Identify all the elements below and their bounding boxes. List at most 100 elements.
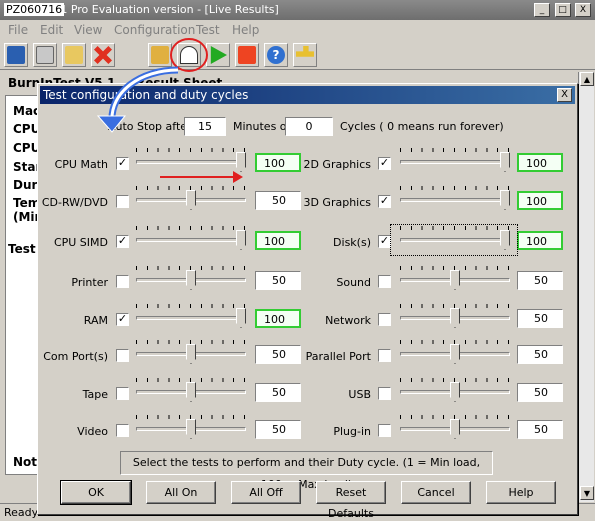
slider-thumb-cd-rw-dvd[interactable] xyxy=(186,190,196,210)
checkbox-cpu-math[interactable]: ✓ xyxy=(116,157,129,170)
duty-value-sound[interactable]: 50 xyxy=(517,271,563,290)
all-on-button[interactable]: All On xyxy=(146,481,216,504)
scroll-down-arrow[interactable]: ▼ xyxy=(580,486,594,500)
checkbox-video[interactable] xyxy=(116,424,129,437)
instruction-hint: Select the tests to perform and their Du… xyxy=(120,451,493,491)
checkbox-parallel-port[interactable] xyxy=(378,349,391,362)
checkbox-2d-graphics[interactable]: ✓ xyxy=(378,157,391,170)
duty-value-com-port-s[interactable]: 50 xyxy=(255,345,301,364)
print-icon[interactable] xyxy=(33,43,57,67)
checkbox-plug-in[interactable] xyxy=(378,424,391,437)
duty-value-disk-s[interactable]: 100 xyxy=(517,231,563,250)
main-titlebar: est V5.1 Pro Evaluation version - [Live … xyxy=(0,0,595,20)
test-label-disk-s: Disk(s) xyxy=(333,236,371,249)
maximize-button[interactable]: □ xyxy=(554,3,571,17)
open-icon[interactable] xyxy=(148,43,172,67)
slider-thumb-cpu-simd[interactable] xyxy=(236,230,246,250)
duty-value-plug-in[interactable]: 50 xyxy=(517,420,563,439)
slider-thumb-video[interactable] xyxy=(186,419,196,439)
checkbox-usb[interactable] xyxy=(378,387,391,400)
duty-value-cpu-math[interactable]: 100 xyxy=(255,153,301,172)
slider-thumb-network[interactable] xyxy=(450,308,460,328)
clipboard-icon[interactable] xyxy=(62,43,86,67)
duty-value-tape[interactable]: 50 xyxy=(255,383,301,402)
slider-plug-in[interactable] xyxy=(400,415,510,439)
menu-configuration[interactable]: Configuration xyxy=(114,23,195,37)
help-icon[interactable]: ? xyxy=(264,43,288,67)
checkbox-sound[interactable] xyxy=(378,275,391,288)
slider-thumb-sound[interactable] xyxy=(450,270,460,290)
checkbox-ram[interactable]: ✓ xyxy=(116,313,129,326)
menu-help[interactable]: Help xyxy=(232,23,259,37)
stop-icon[interactable] xyxy=(235,43,259,67)
checkbox-printer[interactable] xyxy=(116,275,129,288)
slider-thumb-3d-graphics[interactable] xyxy=(500,190,510,210)
slider-2d-graphics[interactable] xyxy=(400,148,510,172)
slider-sound[interactable] xyxy=(400,266,510,290)
slider-thumb-printer[interactable] xyxy=(186,270,196,290)
duty-value-cd-rw-dvd[interactable]: 50 xyxy=(255,191,301,210)
slider-cpu-simd[interactable] xyxy=(136,226,246,250)
duty-value-3d-graphics[interactable]: 100 xyxy=(517,191,563,210)
duty-value-network[interactable]: 50 xyxy=(517,309,563,328)
checkbox-3d-graphics[interactable]: ✓ xyxy=(378,195,391,208)
menu-test[interactable]: Test xyxy=(196,23,220,37)
slider-thumb-2d-graphics[interactable] xyxy=(500,152,510,172)
checkbox-cd-rw-dvd[interactable] xyxy=(116,195,129,208)
slider-com-port-s[interactable] xyxy=(136,340,246,364)
background-scrollbar[interactable]: ▲ ▼ xyxy=(578,72,594,502)
slider-thumb-ram[interactable] xyxy=(236,308,246,328)
slider-thumb-parallel-port[interactable] xyxy=(450,344,460,364)
duty-value-printer[interactable]: 50 xyxy=(255,271,301,290)
all-off-button[interactable]: All Off xyxy=(231,481,301,504)
key-icon[interactable] xyxy=(293,43,317,67)
test-label-plug-in: Plug-in xyxy=(333,425,371,438)
slider-ram[interactable] xyxy=(136,304,246,328)
slider-parallel-port[interactable] xyxy=(400,340,510,364)
cancel-button[interactable]: Cancel xyxy=(401,481,471,504)
slider-thumb-plug-in[interactable] xyxy=(450,419,460,439)
slider-network[interactable] xyxy=(400,304,510,328)
play-icon[interactable] xyxy=(206,43,230,67)
ok-button[interactable]: OK xyxy=(60,480,132,505)
duty-value-2d-graphics[interactable]: 100 xyxy=(517,153,563,172)
slider-video[interactable] xyxy=(136,415,246,439)
close-window-button[interactable]: X xyxy=(575,3,591,17)
slider-cpu-math[interactable] xyxy=(136,148,246,172)
test-label-cd-rw-dvd: CD-RW/DVD xyxy=(41,196,108,209)
help-button[interactable]: Help xyxy=(486,481,556,504)
menu-edit[interactable]: Edit xyxy=(40,23,63,37)
checkbox-cpu-simd[interactable]: ✓ xyxy=(116,235,129,248)
duty-value-cpu-simd[interactable]: 100 xyxy=(255,231,301,250)
dialog-title: Test configuration and duty cycles xyxy=(43,88,249,102)
minimize-button[interactable]: _ xyxy=(534,3,550,17)
checkbox-tape[interactable] xyxy=(116,387,129,400)
slider-thumb-com-port-s[interactable] xyxy=(186,344,196,364)
auto-stop-cycles-input[interactable]: 0 xyxy=(285,117,333,136)
slider-thumb-cpu-math[interactable] xyxy=(236,152,246,172)
slider-printer[interactable] xyxy=(136,266,246,290)
slider-usb[interactable] xyxy=(400,378,510,402)
test-label-network: Network xyxy=(325,314,371,327)
test-label-video: Video xyxy=(77,425,108,438)
duty-value-usb[interactable]: 50 xyxy=(517,383,563,402)
duty-value-ram[interactable]: 100 xyxy=(255,309,301,328)
duty-value-parallel-port[interactable]: 50 xyxy=(517,345,563,364)
checkbox-network[interactable] xyxy=(378,313,391,326)
save-icon[interactable] xyxy=(4,43,28,67)
reset-defaults-button[interactable]: Reset Defaults xyxy=(316,481,386,520)
duty-value-video[interactable]: 50 xyxy=(255,420,301,439)
gauge-icon[interactable] xyxy=(177,43,201,67)
dialog-close-button[interactable]: X xyxy=(557,88,572,102)
slider-3d-graphics[interactable] xyxy=(400,186,510,210)
menu-view[interactable]: View xyxy=(74,23,102,37)
scroll-up-arrow[interactable]: ▲ xyxy=(580,72,594,86)
checkbox-com-port-s[interactable] xyxy=(116,349,129,362)
slider-thumb-tape[interactable] xyxy=(186,382,196,402)
menu-file[interactable]: File xyxy=(8,23,28,37)
slider-thumb-usb[interactable] xyxy=(450,382,460,402)
auto-stop-minutes-input[interactable]: 15 xyxy=(184,117,226,136)
slider-tape[interactable] xyxy=(136,378,246,402)
slider-cd-rw-dvd[interactable] xyxy=(136,186,246,210)
stop-x-icon[interactable] xyxy=(91,43,115,67)
